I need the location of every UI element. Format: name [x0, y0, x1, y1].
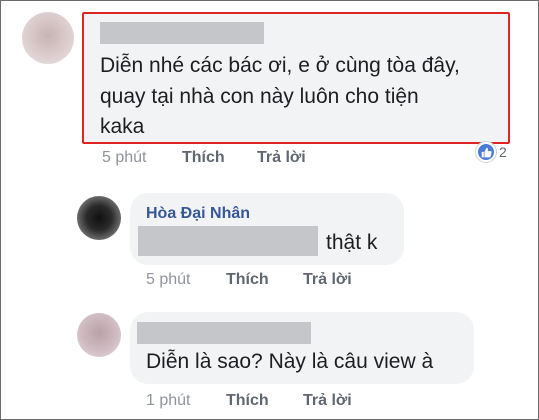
reply-button[interactable]: Trả lời [303, 271, 352, 289]
comment-text-line: Diễn nhé các bác ơi, e ở cùng tòa đây, [100, 54, 460, 77]
comment-text: Diễn là sao? Này là câu view à [146, 350, 434, 373]
blurred-author-name [137, 322, 311, 344]
comment-timestamp[interactable]: 1 phút [146, 392, 190, 410]
like-button[interactable]: Thích [226, 271, 269, 289]
like-button[interactable]: Thích [182, 149, 225, 167]
comment-text: thật k [326, 231, 378, 254]
comment-timestamp[interactable]: 5 phút [146, 271, 190, 289]
avatar[interactable] [77, 196, 121, 240]
like-button[interactable]: Thích [226, 392, 269, 410]
author-name[interactable]: Hòa Đại Nhân [146, 205, 250, 223]
comment-text-line: kaka [100, 115, 145, 138]
reaction-summary[interactable]: 2 [476, 141, 507, 163]
avatar[interactable] [77, 313, 121, 357]
reply-button[interactable]: Trả lời [257, 149, 306, 167]
comment-timestamp[interactable]: 5 phút [102, 149, 146, 167]
comment-text-line: quay tại nhà con này luôn cho tiện [100, 85, 419, 108]
reaction-count: 2 [499, 144, 507, 160]
like-icon [476, 142, 496, 162]
blurred-author-name [100, 22, 264, 44]
reply-button[interactable]: Trả lời [303, 392, 352, 410]
blurred-mention [138, 226, 318, 256]
avatar[interactable] [22, 12, 74, 64]
